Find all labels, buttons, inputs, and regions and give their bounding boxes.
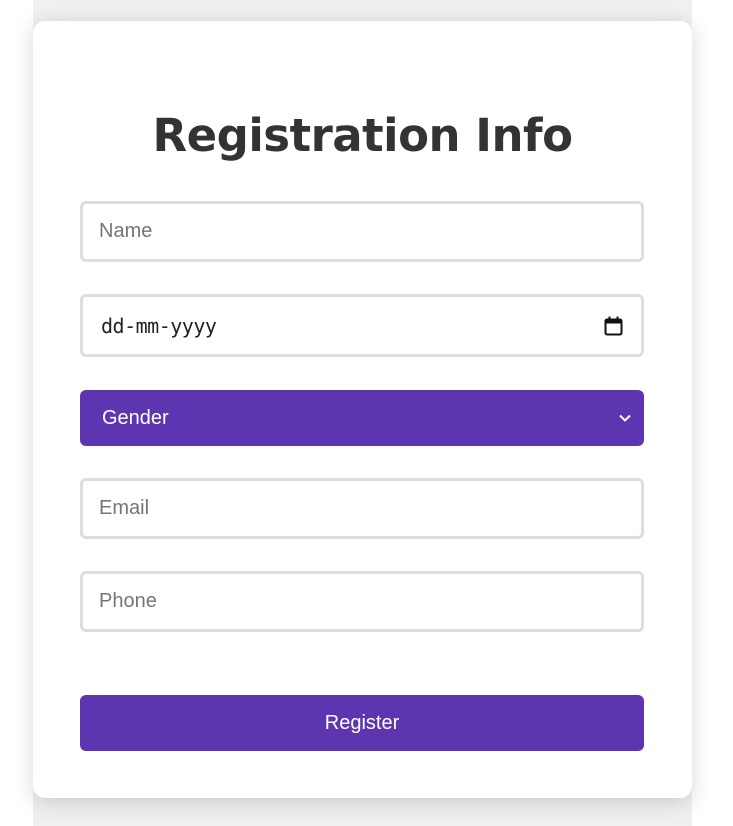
- email-input[interactable]: [80, 478, 644, 539]
- registration-form: Registration Info dd-mm-yyyy Gender Regi…: [33, 21, 692, 798]
- gender-select-value: Gender: [102, 406, 169, 429]
- page-title: Registration Info: [152, 109, 574, 162]
- date-placeholder: dd-mm-yyyy: [101, 313, 217, 338]
- phone-input[interactable]: [80, 571, 644, 632]
- register-button[interactable]: Register: [80, 695, 644, 751]
- name-input[interactable]: [80, 201, 644, 262]
- chevron-down-icon: [619, 414, 631, 422]
- date-of-birth-input[interactable]: dd-mm-yyyy: [80, 294, 644, 357]
- gender-select[interactable]: Gender: [80, 390, 644, 446]
- calendar-icon[interactable]: [604, 316, 623, 336]
